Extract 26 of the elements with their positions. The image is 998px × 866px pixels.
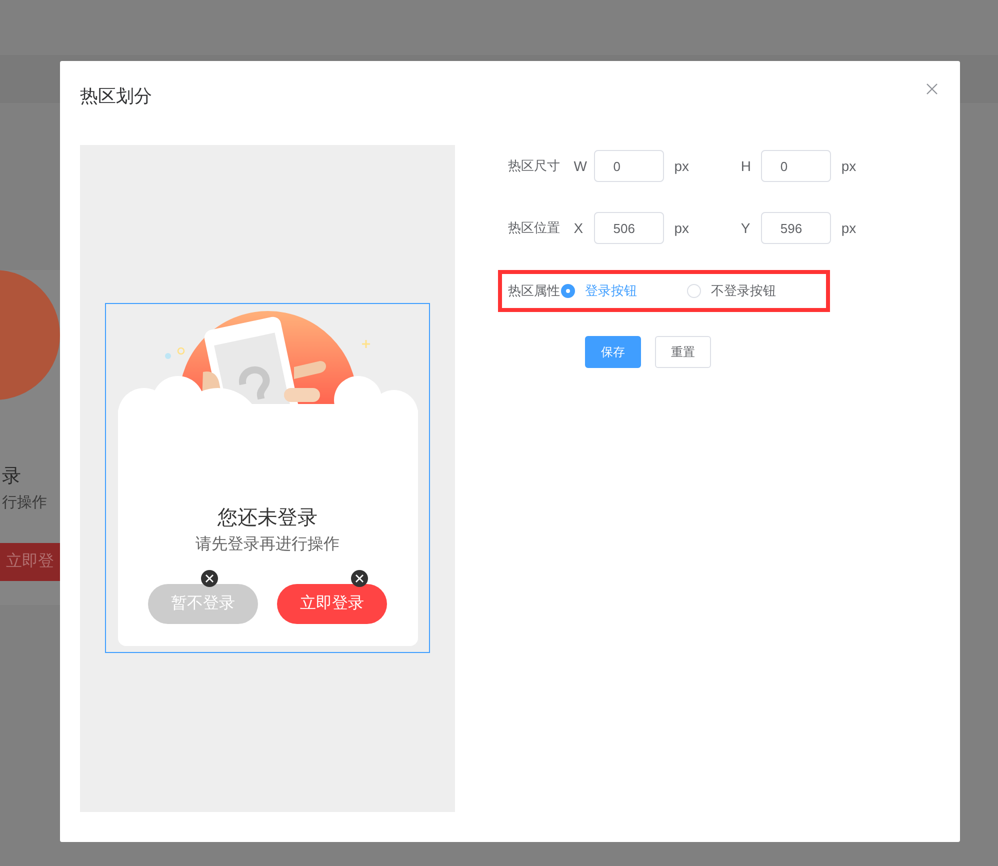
field-label: 热区属性 xyxy=(508,282,561,300)
unit-label: px xyxy=(673,218,690,238)
number-input[interactable]: 506 xyxy=(594,212,664,244)
unit-label: px xyxy=(840,156,858,176)
axis-label: Y xyxy=(740,218,752,238)
number-input[interactable]: 0 xyxy=(761,150,832,182)
reset-button[interactable]: 重置 xyxy=(655,336,711,368)
radio-option[interactable]: 不登录按钮 xyxy=(687,281,776,301)
unit-label: px xyxy=(840,218,858,238)
login-prompt-text: 请先登录再进行操作 xyxy=(194,534,340,555)
background-subtitle: 行操作 xyxy=(2,493,47,513)
number-input[interactable]: 596 xyxy=(761,212,832,244)
background-heading: 录 xyxy=(2,465,21,489)
unit-label: px xyxy=(673,156,690,176)
axis-label: H xyxy=(740,156,752,176)
number-input[interactable]: 0 xyxy=(594,150,664,182)
remove-hotzone-icon[interactable] xyxy=(351,570,368,587)
field-label: 热区尺寸 xyxy=(508,157,561,176)
axis-label: X xyxy=(574,218,584,238)
remove-hotzone-icon[interactable] xyxy=(201,570,218,587)
login-now-button[interactable]: 立即登录 xyxy=(277,584,387,624)
not-logged-in-heading: 您还未登录 xyxy=(216,506,318,531)
axis-label: W xyxy=(574,156,588,176)
dialog-title: 热区划分 xyxy=(80,85,152,108)
close-icon[interactable] xyxy=(926,83,938,95)
field-label: 热区位置 xyxy=(508,219,561,238)
